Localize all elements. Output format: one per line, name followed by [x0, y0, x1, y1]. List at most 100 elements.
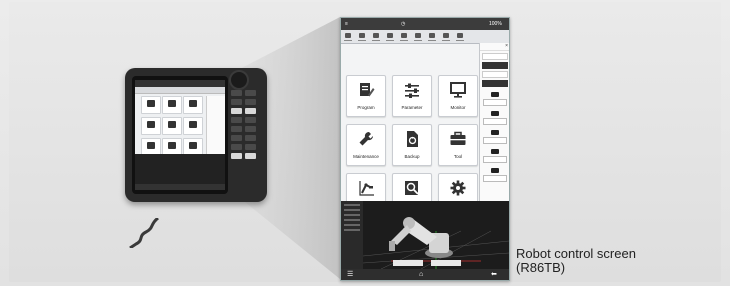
toolbar-button[interactable] — [397, 30, 411, 43]
tool-tile[interactable]: Tool — [438, 124, 478, 166]
pendant-key — [245, 153, 256, 159]
3d-view-button[interactable] — [431, 260, 461, 266]
pendant-key — [231, 99, 242, 105]
toolbar-button[interactable] — [439, 30, 453, 43]
sidebar-field[interactable] — [482, 53, 508, 60]
program-tile[interactable]: Program — [346, 75, 386, 117]
wrench-icon — [359, 131, 374, 146]
axis-value — [483, 137, 507, 144]
screen-caption: Robot control screen (R86TB) — [516, 247, 636, 275]
pendant-key — [231, 126, 242, 132]
tile-label: Parameter — [401, 105, 423, 110]
caption-title: Robot control screen — [516, 246, 636, 261]
pendant-screen — [135, 80, 225, 190]
axis-value — [483, 118, 507, 125]
3d-view-button[interactable] — [393, 260, 423, 266]
toolbox-icon — [450, 131, 466, 145]
pendant-key — [245, 126, 256, 132]
mini-menu-grid — [141, 96, 203, 156]
backup-icon — [407, 131, 418, 147]
jog-button[interactable] — [491, 92, 499, 97]
mini-statusbar — [135, 80, 225, 87]
toolbar-button[interactable] — [425, 30, 439, 43]
backup-tile[interactable]: Backup — [392, 124, 432, 166]
info-line — [344, 219, 360, 221]
gear-icon — [450, 180, 466, 196]
pendant-key — [245, 99, 256, 105]
pendant-keypad — [231, 90, 257, 159]
caption-model: (R86TB) — [516, 260, 566, 275]
jog-knob — [229, 70, 249, 90]
toolbar-button[interactable] — [453, 30, 467, 43]
info-line — [344, 204, 360, 206]
parameter-tile[interactable]: Parameter — [392, 75, 432, 117]
back-icon[interactable]: ⬅ — [491, 271, 497, 278]
info-line — [344, 209, 360, 211]
pendant-key — [231, 117, 242, 123]
info-line — [344, 229, 360, 231]
pendant-key — [231, 144, 242, 150]
mini-toolbar — [135, 87, 225, 94]
3d-info-panel — [341, 201, 363, 269]
info-line — [344, 214, 360, 216]
status-menu-icon[interactable]: ≡ — [345, 21, 348, 27]
pendant-bezel — [132, 76, 228, 194]
monitor-icon — [450, 82, 466, 98]
tile-label: Program — [357, 105, 375, 110]
tile-label: Maintenance — [353, 154, 379, 159]
pendant-cable — [129, 218, 159, 248]
bottom-navbar: ☰ ⌂ ⬅ — [341, 269, 509, 280]
mini-tile — [162, 117, 182, 135]
manual-icon — [405, 181, 419, 195]
tile-label: Tool — [453, 154, 463, 159]
pendant-key — [245, 144, 256, 150]
parameter-icon — [405, 83, 419, 98]
jog-button[interactable] — [491, 168, 499, 173]
axis-value — [483, 175, 507, 182]
robot-control-screen: ≡ ◷ 100% Program Parameter Monitor Maint… — [340, 17, 510, 281]
mini-tile — [141, 96, 161, 114]
menu-icon[interactable]: ☰ — [347, 271, 353, 278]
toolbar-button[interactable] — [383, 30, 397, 43]
jog-button[interactable] — [491, 111, 499, 116]
home-icon[interactable]: ⌂ — [419, 271, 423, 278]
sidebar-field[interactable] — [482, 62, 508, 69]
pendant-key — [231, 108, 242, 114]
toolbar-button[interactable] — [341, 30, 355, 43]
pendant-key — [245, 90, 256, 96]
mini-3d-view — [135, 154, 225, 184]
teach-pendant — [125, 68, 267, 202]
program-icon — [360, 83, 375, 97]
status-zoom: 100% — [489, 21, 502, 27]
mini-tile — [141, 117, 161, 135]
maintenance-tile[interactable]: Maintenance — [346, 124, 386, 166]
pendant-key — [245, 108, 256, 114]
pendant-key — [245, 117, 256, 123]
close-icon[interactable]: × — [505, 43, 508, 49]
tile-label: Backup — [404, 154, 420, 159]
jog-button[interactable] — [491, 149, 499, 154]
pendant-key — [231, 90, 242, 96]
mini-tile — [183, 96, 203, 114]
jog-sidebar: × — [479, 43, 509, 201]
jog-button[interactable] — [491, 130, 499, 135]
toolbar-button[interactable] — [411, 30, 425, 43]
status-clock-icon: ◷ — [401, 21, 406, 27]
sidebar-field[interactable] — [482, 71, 508, 78]
tile-label: Monitor — [450, 105, 466, 110]
info-line — [344, 224, 360, 226]
toolbar-button[interactable] — [369, 30, 383, 43]
main-menu-grid: Program Parameter Monitor Maintenance Ba… — [346, 75, 478, 215]
axis-value — [483, 156, 507, 163]
3d-view — [341, 201, 509, 269]
pendant-key — [245, 135, 256, 141]
sidebar-field[interactable] — [482, 80, 508, 87]
toolbar-button[interactable] — [355, 30, 369, 43]
pendant-key — [231, 153, 242, 159]
monitor-tile[interactable]: Monitor — [438, 75, 478, 117]
robot-arm-render — [362, 217, 509, 269]
product-illustration: ≡ ◷ 100% Program Parameter Monitor Maint… — [0, 0, 730, 286]
status-bar: ≡ ◷ 100% — [341, 18, 509, 30]
pendant-key — [231, 135, 242, 141]
toolbar — [341, 30, 509, 44]
